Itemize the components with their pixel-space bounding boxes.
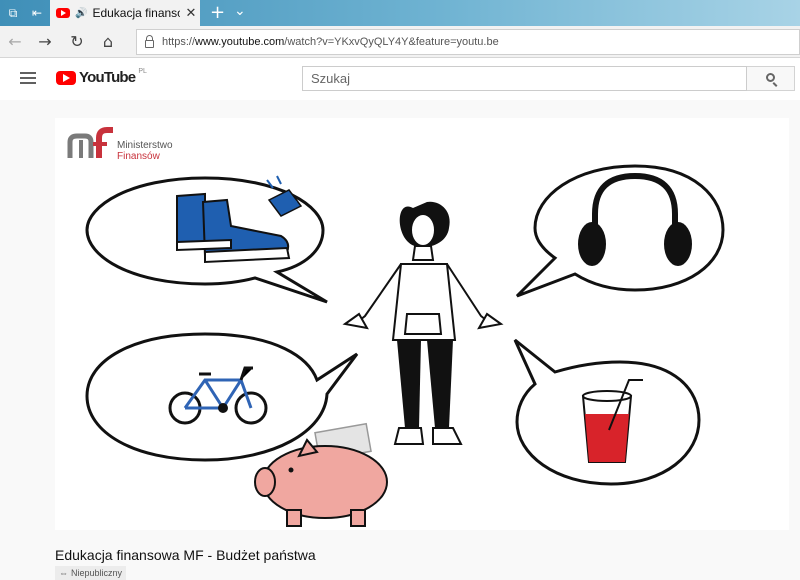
bubble-headphones [515, 164, 725, 298]
youtube-favicon-icon [56, 8, 70, 18]
svg-text:Ministerstwo: Ministerstwo [117, 140, 173, 151]
back-button[interactable]: ← [4, 31, 26, 53]
link-icon: ⇔ [59, 568, 68, 578]
home-button[interactable]: ⌂ [97, 31, 119, 53]
svg-text:Finansów: Finansów [117, 151, 161, 162]
menu-icon[interactable] [20, 72, 36, 84]
tab-list-chevron-icon[interactable]: ⌄ [234, 3, 246, 19]
lock-icon [145, 35, 154, 48]
tab-actions-icon[interactable]: ⧉ [4, 4, 22, 22]
search-input[interactable]: Szukaj [302, 66, 747, 91]
youtube-logo[interactable]: YouTube PL [56, 68, 147, 86]
youtube-play-icon [56, 70, 76, 85]
tab-title: Edukacja finansowa [92, 6, 180, 20]
bubble-shoes [85, 175, 328, 304]
mf-logo: Ministerstwo Finansów [67, 127, 173, 162]
visibility-badge: ⇔ Niepubliczny [55, 566, 127, 580]
search-icon [766, 73, 775, 82]
browser-tab-active[interactable]: 🔊 Edukacja finansowa ✕ [50, 0, 200, 26]
browser-nav-bar: ← → ↻ ⌂ https://www.youtube.com/watch?v=… [0, 26, 800, 58]
speaker-icon[interactable]: 🔊 [75, 8, 87, 19]
new-tab-button[interactable]: + [210, 2, 225, 23]
video-frame: Ministerstwo Finansów [67, 127, 725, 527]
close-tab-icon[interactable]: ✕ [185, 6, 196, 21]
character-illustration [342, 201, 504, 445]
search-button[interactable] [747, 66, 795, 91]
set-aside-tabs-icon[interactable]: ⇤ [28, 4, 46, 22]
forward-button[interactable]: → [34, 31, 56, 53]
refresh-button[interactable]: ↻ [66, 31, 88, 53]
youtube-masthead: YouTube PL Szukaj [0, 58, 800, 100]
url-text: https://www.youtube.com/watch?v=YKxvQyQL… [162, 36, 499, 48]
address-bar[interactable]: https://www.youtube.com/watch?v=YKxvQyQL… [136, 29, 800, 55]
video-player[interactable]: Ministerstwo Finansów [55, 118, 789, 530]
browser-tab-bar: ⧉ ⇤ 🔊 Edukacja finansowa ✕ + ⌄ [0, 0, 800, 26]
video-title: Edukacja finansowa MF - Budżet państwa [55, 547, 316, 563]
bubble-juice [513, 338, 701, 486]
